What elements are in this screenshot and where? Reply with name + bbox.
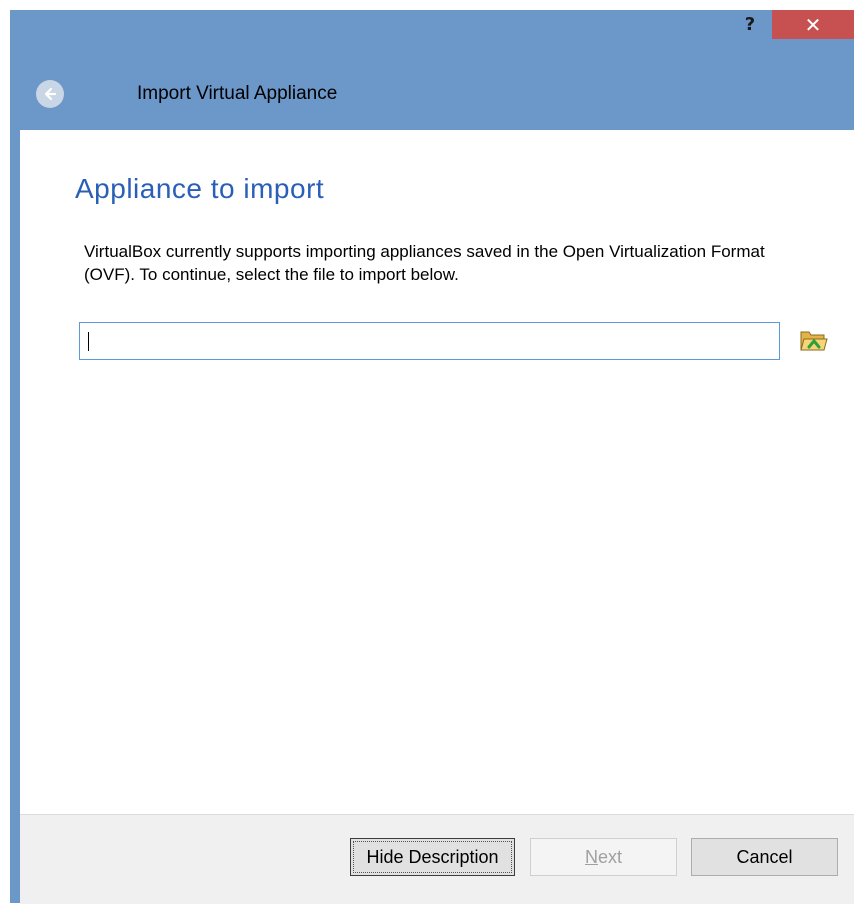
browse-file-button[interactable]	[796, 324, 832, 358]
dialog-window: ? ✕ Import Virtual Appliance Appliance t…	[10, 10, 854, 904]
back-button[interactable]	[36, 80, 64, 108]
hide-description-button[interactable]: Hide Description	[350, 838, 515, 876]
description-text: VirtualBox currently supports importing …	[84, 242, 765, 284]
file-path-input[interactable]	[79, 322, 780, 360]
next-label: Next	[584, 846, 622, 867]
wizard-page: Appliance to import VirtualBox currently…	[20, 130, 854, 904]
folder-open-icon	[800, 331, 828, 351]
hide-description-label: Hide Description	[366, 846, 499, 867]
back-arrow-icon	[44, 87, 57, 101]
button-bar: Hide Description Next Cancel	[20, 814, 854, 904]
wizard-title: Import Virtual Appliance	[137, 83, 338, 104]
help-button[interactable]: ?	[730, 10, 770, 39]
page-heading: Appliance to import	[75, 173, 325, 204]
cancel-label: Cancel	[736, 846, 793, 867]
help-icon: ?	[744, 14, 756, 35]
close-button[interactable]: ✕	[772, 10, 854, 39]
cancel-button[interactable]: Cancel	[691, 838, 838, 876]
text-caret	[88, 332, 89, 351]
close-icon: ✕	[804, 12, 822, 37]
next-button[interactable]: Next	[530, 838, 677, 876]
